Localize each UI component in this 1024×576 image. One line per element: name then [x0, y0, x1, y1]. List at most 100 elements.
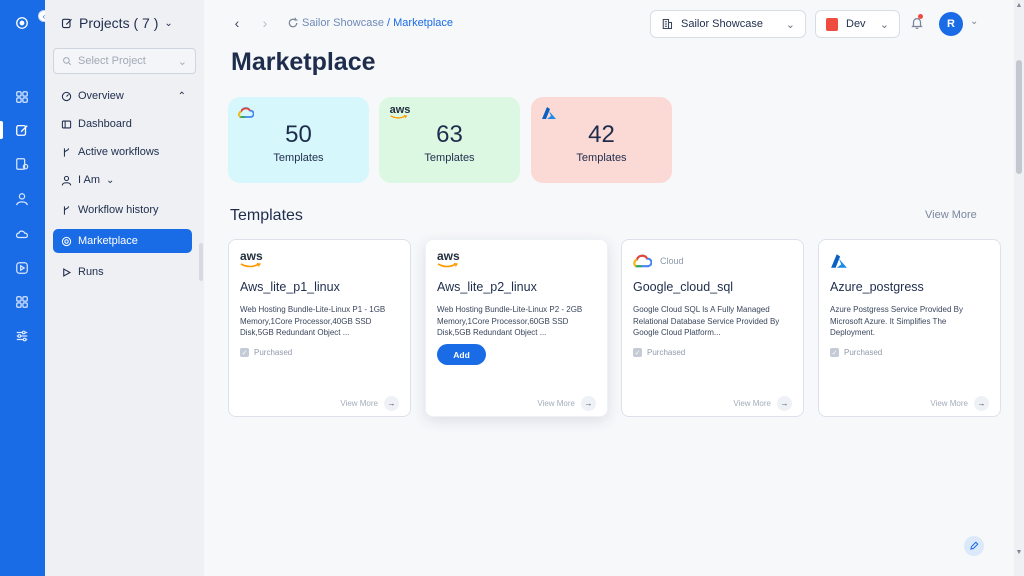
rail-active-indicator — [0, 121, 3, 139]
template-card-aws-lite-p2[interactable]: aws Aws_lite_p2_linux Web Hosting Bundle… — [425, 239, 608, 417]
refresh-icon[interactable] — [286, 16, 300, 30]
edit-icon[interactable] — [11, 119, 33, 141]
aws-icon: aws — [437, 250, 463, 270]
breadcrumb: Sailor Showcase / Marketplace — [302, 17, 453, 29]
notification-badge — [918, 14, 923, 19]
projects-dropdown[interactable]: Projects ( 7 ) ⌄ — [61, 15, 173, 31]
card-view-more[interactable]: View More → — [930, 396, 989, 411]
google-cloud-icon — [238, 107, 254, 118]
sidebar-item-marketplace[interactable]: Marketplace — [53, 229, 192, 253]
template-card-google-cloud-sql[interactable]: Cloud Google_cloud_sql Google Cloud SQL … — [621, 239, 804, 417]
templates-view-more-link[interactable]: View More — [925, 209, 977, 221]
arrow-right-icon: → — [581, 396, 596, 411]
card-view-more[interactable]: View More → — [537, 396, 596, 411]
gcp-templates-card[interactable]: 50 Templates — [228, 97, 369, 183]
azure-logo — [830, 252, 848, 270]
sidebar-item-label: Overview — [78, 90, 124, 102]
environment-select[interactable]: Dev ⌄ — [815, 10, 900, 38]
purchased-label: Purchased — [844, 348, 883, 357]
projects-title: Projects ( 7 ) — [79, 15, 159, 31]
environment-select-value: Dev — [846, 18, 866, 30]
card-view-more[interactable]: View More → — [733, 396, 792, 411]
stat-label: Templates — [576, 152, 627, 164]
dashboard-icon — [61, 120, 72, 128]
template-description: Web Hosting Bundle-Lite-Linux P1 - 1GB M… — [240, 305, 386, 337]
modules-grid-icon[interactable] — [11, 291, 33, 313]
sidebar-item-label: Marketplace — [78, 235, 138, 247]
organization-select[interactable]: Sailor Showcase ⌄ — [650, 10, 806, 38]
chevron-down-icon: ⌄ — [785, 18, 795, 31]
add-template-button[interactable]: Add — [437, 344, 486, 365]
cloud-icon[interactable] — [11, 223, 33, 245]
chevron-down-icon[interactable]: ⌄ — [970, 16, 978, 27]
view-more-label: View More — [930, 399, 968, 408]
google-cloud-logo: Cloud — [633, 252, 684, 270]
azure-templates-card[interactable]: 42 Templates — [531, 97, 672, 183]
checkbox-checked-icon: ✓ — [240, 348, 249, 357]
purchased-status: ✓ Purchased — [240, 348, 292, 357]
arrow-right-icon: → — [777, 396, 792, 411]
project-sidebar: Projects ( 7 ) ⌄ Select Project ⌄ Overvi… — [45, 0, 204, 576]
aws-templates-card[interactable]: aws 63 Templates — [379, 97, 520, 183]
sidebar-item-runs[interactable]: Runs — [53, 260, 192, 284]
template-description: Web Hosting Bundle-Lite-Linux P2 - 2GB M… — [437, 305, 583, 337]
home-logo-icon[interactable] — [11, 12, 33, 34]
template-card-aws-lite-p1[interactable]: aws Aws_lite_p1_linux Web Hosting Bundle… — [228, 239, 411, 417]
sidebar-item-active-workflows[interactable]: Active workflows — [53, 140, 192, 164]
edit-project-icon — [61, 18, 72, 29]
template-card-azure-postgress[interactable]: Azure_postgress Azure Postgress Service … — [818, 239, 1001, 417]
purchased-label: Purchased — [254, 348, 293, 357]
apps-grid-icon[interactable] — [11, 86, 33, 108]
marketplace-icon — [61, 236, 72, 246]
breadcrumb-parent[interactable]: Sailor Showcase — [302, 17, 384, 29]
template-title: Azure_postgress — [830, 280, 924, 294]
page-scrollbar[interactable]: ▲ ▼ — [1014, 0, 1024, 576]
google-cloud-logo-text: Cloud — [660, 256, 684, 266]
templates-section-title: Templates — [230, 207, 303, 224]
view-more-label: View More — [733, 399, 771, 408]
scroll-down-arrow-icon[interactable]: ▼ — [1014, 549, 1024, 556]
sidebar-item-dashboard[interactable]: Dashboard — [53, 112, 192, 136]
aws-icon: aws — [389, 104, 411, 119]
select-project-dropdown[interactable]: Select Project ⌄ — [53, 48, 196, 74]
sidebar-item-workflow-history[interactable]: Workflow history — [53, 198, 192, 222]
chevron-down-icon: ⌄ — [106, 174, 115, 186]
gauge-icon — [61, 91, 72, 101]
building-icon — [662, 18, 673, 30]
avatar[interactable]: R — [939, 12, 963, 36]
select-project-placeholder: Select Project — [78, 55, 146, 67]
branch-icon — [63, 147, 70, 157]
azure-icon — [831, 254, 847, 268]
template-title: Aws_lite_p2_linux — [437, 280, 537, 294]
sidebar-scrollbar[interactable] — [199, 243, 203, 281]
stat-count: 50 — [285, 121, 312, 148]
scroll-up-arrow-icon[interactable]: ▲ — [1014, 2, 1024, 9]
forward-arrow-icon[interactable]: › — [258, 15, 272, 31]
document-settings-icon[interactable] — [11, 153, 33, 175]
arrow-right-icon: → — [384, 396, 399, 411]
main-content: ‹ › Sailor Showcase / Marketplace Sailor… — [204, 0, 1014, 576]
play-icon — [63, 267, 72, 277]
purchased-status: ✓ Purchased — [830, 348, 882, 357]
template-title: Google_cloud_sql — [633, 280, 734, 294]
view-more-label: View More — [537, 399, 575, 408]
sidebar-item-overview[interactable]: Overview ⌃ — [53, 84, 192, 108]
breadcrumb-current: Marketplace — [393, 17, 454, 29]
page-title: Marketplace — [231, 48, 376, 76]
sidebar-item-i-am[interactable]: I Am ⌄ — [53, 168, 192, 192]
chevron-down-icon: ⌄ — [879, 18, 889, 31]
edit-fab-button[interactable] — [964, 536, 984, 556]
organization-select-value: Sailor Showcase — [681, 18, 763, 30]
chevron-down-icon: ⌄ — [177, 55, 187, 68]
chevron-up-icon: ⌃ — [177, 90, 186, 102]
scrollbar-thumb[interactable] — [1016, 60, 1022, 174]
template-description: Azure Postgress Service Provided By Micr… — [830, 305, 963, 337]
sidebar-item-label: Runs — [78, 266, 104, 278]
play-icon[interactable] — [11, 257, 33, 279]
back-arrow-icon[interactable]: ‹ — [230, 15, 244, 31]
sliders-icon[interactable] — [11, 325, 33, 347]
card-view-more[interactable]: View More → — [340, 396, 399, 411]
sidebar-item-label: Workflow history — [78, 204, 159, 216]
search-icon — [63, 57, 72, 66]
user-icon[interactable] — [11, 188, 33, 210]
